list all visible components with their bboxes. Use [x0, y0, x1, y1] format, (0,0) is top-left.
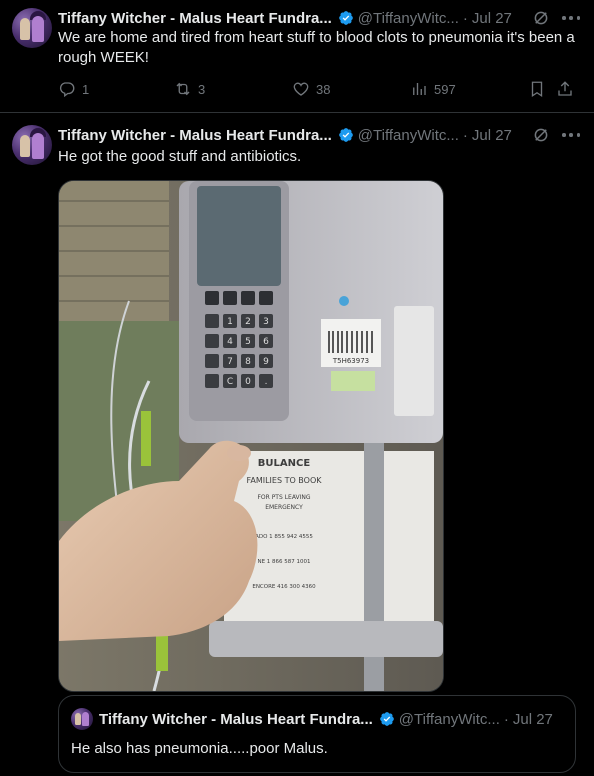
keypad-key: 1 [227, 317, 233, 327]
keypad-key: 2 [245, 317, 251, 327]
keypad-key: 7 [227, 357, 233, 367]
more-icon[interactable] [562, 16, 580, 20]
verified-icon [338, 128, 353, 142]
avatar[interactable] [12, 125, 52, 165]
views-icon [413, 83, 426, 95]
tweet-header: Tiffany Witcher - Malus Heart Fundra... … [58, 125, 586, 145]
share-button[interactable] [556, 80, 580, 98]
infusion-pump-photo: 1 2 3 4 5 6 7 8 9 C 0 . T5H63973 BULANCE… [59, 181, 443, 691]
keypad-key: C [227, 377, 233, 387]
tweet-date[interactable]: Jul 27 [472, 127, 512, 144]
keypad-key: . [265, 377, 268, 387]
sign-text-line: ENCORE 416 300 4360 [252, 584, 316, 590]
grok-icon[interactable] [532, 126, 550, 144]
views-button[interactable]: 597 [410, 80, 456, 98]
sign-text-line: NE 1 866 587 1001 [257, 559, 310, 565]
bookmark-button[interactable] [528, 80, 552, 98]
tweet-actions: 1 3 38 597 [58, 80, 578, 100]
keypad-key: 5 [245, 337, 251, 347]
keypad-key: 6 [263, 337, 269, 347]
tweet-date[interactable]: Jul 27 [472, 10, 512, 27]
tweet-header: Tiffany Witcher - Malus Heart Fundra... … [58, 8, 586, 28]
author-handle[interactable]: @TiffanyWitc... [358, 127, 459, 144]
like-button[interactable]: 38 [292, 80, 330, 98]
keypad-key: 4 [227, 337, 233, 347]
like-count: 38 [316, 81, 331, 97]
bookmark-icon [531, 81, 543, 98]
separator-dot: · [503, 710, 509, 728]
author-handle[interactable]: @TiffanyWitc... [358, 10, 459, 27]
verified-icon [338, 11, 353, 25]
retweet-count: 3 [198, 81, 206, 97]
quoted-tweet-text: He also has pneumonia.....poor Malus. [71, 740, 328, 757]
tweet-text: We are home and tired from heart stuff t… [58, 29, 575, 66]
separator-dot: · [462, 126, 468, 144]
reply-button[interactable]: 1 [58, 80, 89, 98]
tweet-photo[interactable]: 1 2 3 4 5 6 7 8 9 C 0 . T5H63973 BULANCE… [58, 180, 444, 692]
tweet-date: Jul 27 [512, 710, 553, 728]
author-name[interactable]: Tiffany Witcher - Malus Heart Fundra... [58, 127, 332, 144]
grok-icon[interactable] [532, 9, 550, 27]
quoted-tweet[interactable]: Tiffany Witcher - Malus Heart Fundra... … [58, 695, 576, 773]
author-handle: @TiffanyWitc... [398, 710, 500, 728]
retweet-button[interactable]: 3 [174, 80, 205, 98]
share-icon [558, 81, 572, 96]
quoted-tweet-header: Tiffany Witcher - Malus Heart Fundra... … [71, 708, 563, 730]
keypad-key: 0 [245, 377, 251, 387]
reply-icon [59, 82, 75, 98]
keypad-key: 9 [263, 357, 269, 367]
avatar [71, 708, 93, 730]
keypad-key: 8 [245, 357, 251, 367]
pump-label-code: T5H63973 [332, 357, 369, 365]
sign-text-line: BULANCE [258, 458, 311, 469]
separator-dot: · [462, 9, 468, 27]
sign-text-line: EMERGENCY [265, 504, 303, 511]
reply-count: 1 [82, 81, 90, 97]
keypad-key: 3 [263, 317, 269, 327]
author-name[interactable]: Tiffany Witcher - Malus Heart Fundra... [58, 10, 332, 27]
views-count: 597 [434, 81, 456, 97]
more-icon[interactable] [562, 133, 580, 137]
sign-text-line: FOR PTS LEAVING [257, 494, 310, 501]
tweet-text: He got the good stuff and antibiotics. [58, 148, 302, 165]
avatar[interactable] [12, 8, 52, 48]
sign-text-line: ADO 1 855 942 4555 [255, 534, 313, 540]
retweet-icon [176, 82, 190, 96]
tweet[interactable]: Tiffany Witcher - Malus Heart Fundra... … [0, 0, 594, 113]
sign-text-line: FAMILIES TO BOOK [246, 476, 322, 485]
tweet[interactable]: Tiffany Witcher - Malus Heart Fundra... … [0, 113, 594, 776]
author-name: Tiffany Witcher - Malus Heart Fundra... [99, 710, 373, 728]
verified-icon [379, 712, 394, 726]
like-icon [293, 82, 309, 96]
